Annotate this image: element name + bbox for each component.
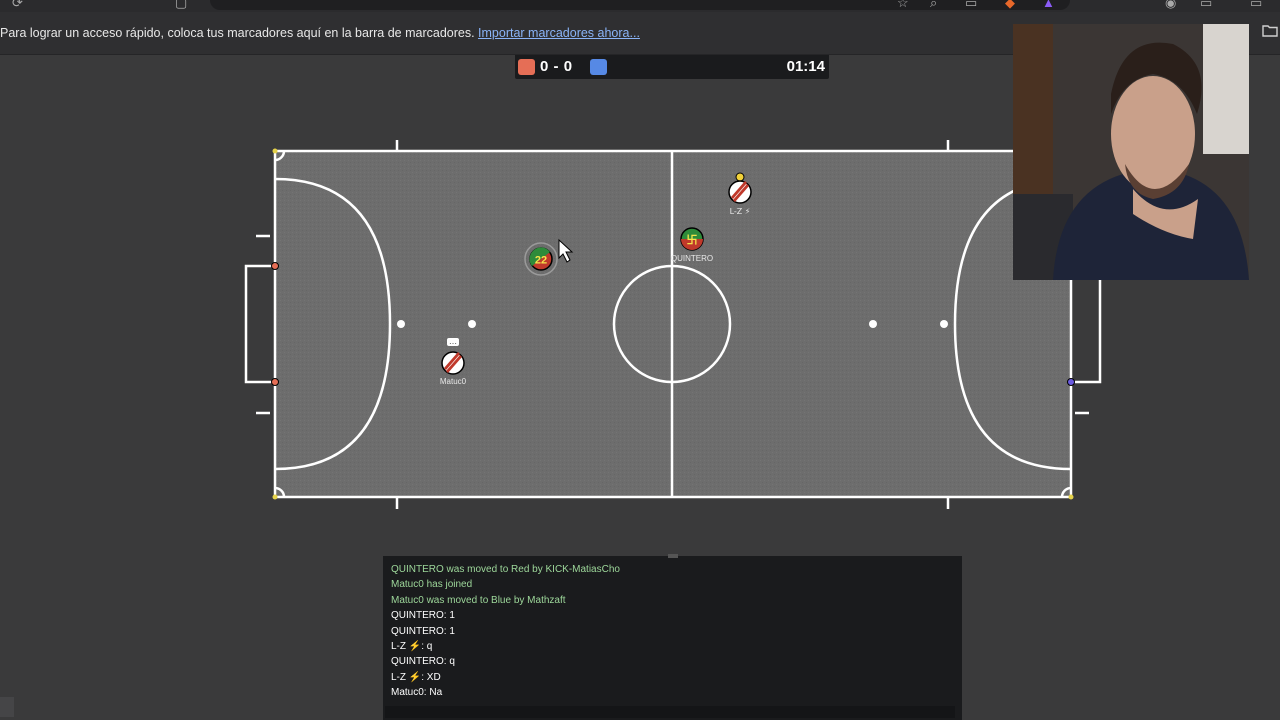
player-name: L-Z ⚡ — [730, 207, 751, 216]
match-timer: 01:14 — [786, 58, 825, 75]
blue-score: 0 — [563, 58, 573, 75]
goal-post-blue — [1067, 378, 1075, 386]
chat-line: Matuc0: Na — [391, 687, 443, 699]
chat-line: L-Z ⚡: XD — [391, 671, 441, 683]
red-score: 0 — [540, 58, 549, 75]
chat-indicator: … — [449, 337, 457, 346]
chat-line: QUINTERO was moved to Red by KICK-Matias… — [391, 564, 620, 575]
penalty-mark — [468, 320, 476, 328]
chat-resize-handle[interactable] — [668, 554, 678, 558]
goal-post-red — [271, 378, 279, 386]
chat-line: QUINTERO: 1 — [391, 625, 455, 637]
corner-post — [1068, 494, 1074, 500]
scoreboard: 0 - 0 01:14 — [515, 55, 829, 79]
chat-line: Matuc0 has joined — [391, 579, 473, 591]
webcam-image — [1013, 24, 1249, 280]
penalty-mark — [940, 320, 948, 328]
player-disc[interactable]: 22 — [524, 242, 558, 276]
chat-input[interactable] — [385, 706, 955, 718]
ball — [735, 172, 745, 182]
player-name: Matuc0 — [440, 377, 467, 386]
right-goal — [1071, 264, 1102, 384]
player-name: QUINTERO — [671, 254, 713, 263]
score-separator: - — [553, 58, 560, 75]
chat-line: Matuc0 was moved to Blue by Mathzaft — [391, 594, 566, 606]
chat-line: QUINTERO: 1 — [391, 610, 455, 622]
score-display: 0 - 0 — [540, 58, 573, 75]
chat-line: QUINTERO: q — [391, 656, 455, 668]
blue-team-icon — [590, 59, 607, 75]
chat-line: L-Z ⚡: q — [391, 641, 433, 653]
player-avatar: 22 — [535, 255, 547, 267]
corner-widget — [0, 697, 14, 717]
chat-log: QUINTERO was moved to Red by KICK-Matias… — [391, 562, 620, 701]
chat-panel: QUINTERO was moved to Red by KICK-Matias… — [383, 554, 962, 720]
penalty-mark — [397, 320, 405, 328]
goal-post-red — [271, 262, 279, 270]
corner-post — [272, 494, 278, 500]
left-goal — [244, 264, 275, 384]
red-team-icon — [518, 59, 535, 75]
webcam-overlay — [1013, 24, 1249, 280]
penalty-mark — [869, 320, 877, 328]
corner-post — [272, 148, 278, 154]
player-avatar: 卐 — [687, 234, 698, 247]
